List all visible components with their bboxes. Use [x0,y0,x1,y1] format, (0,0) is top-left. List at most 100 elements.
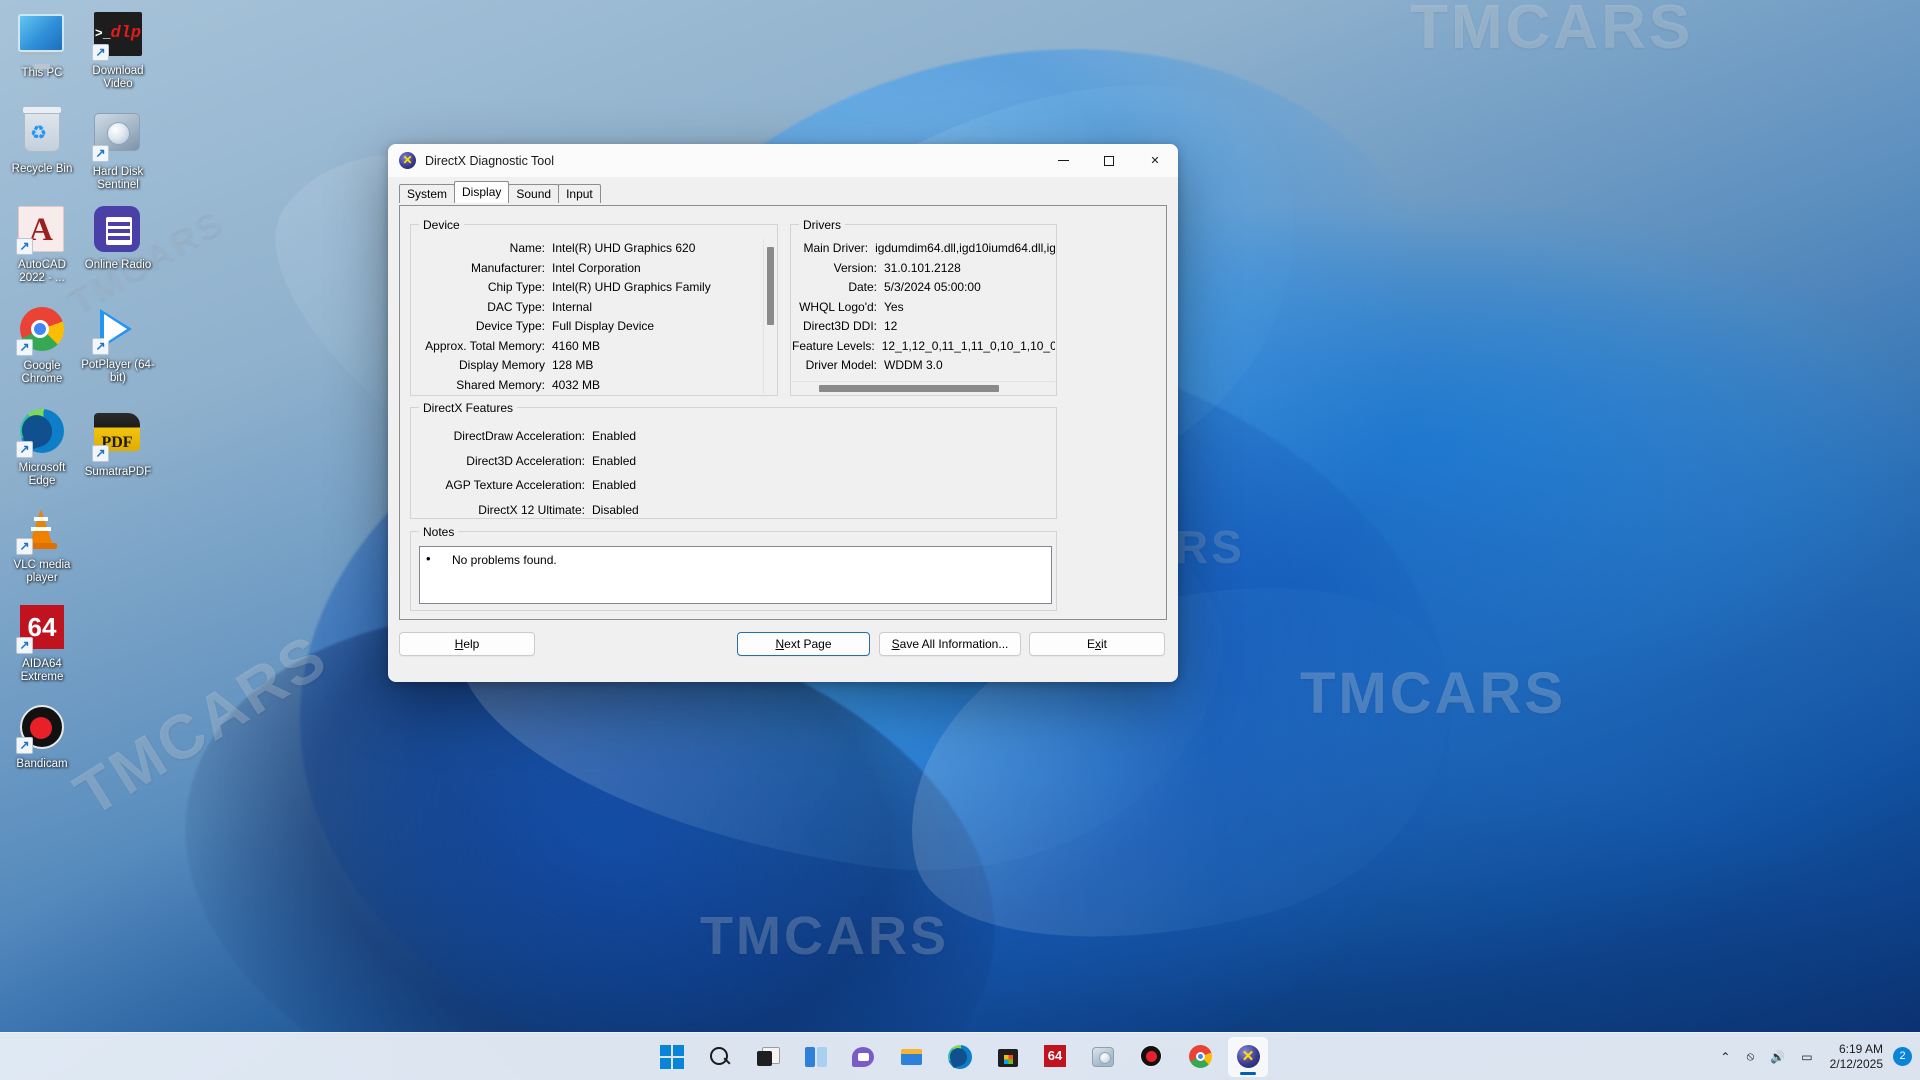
driver-row-value: WDDM 3.0 [884,358,943,372]
bandicam-icon: ↗ [16,705,66,754]
desktop-icon-autocad[interactable]: A ↗ AutoCAD 2022 - ... [4,206,80,285]
device-info-list: Name: Intel(R) UHD Graphics 620 Manufact… [412,239,763,394]
feature-row-key: DirectX 12 Ultimate: [478,502,585,517]
scrollbar-thumb[interactable] [819,385,999,392]
window-titlebar[interactable]: DirectX Diagnostic Tool ✕ [388,144,1178,177]
desktop-icon-label: Hard Disk Sentinel [92,166,144,191]
desktop-icon-potplayer[interactable]: ↗ PotPlayer (64-bit) [80,306,156,385]
notes-group-legend: Notes [419,525,459,539]
help-button[interactable]: Help [399,632,535,656]
driver-row: Date: 5/3/2024 05:00:00 [792,278,1055,298]
volume-icon: 🔊 [1770,1049,1786,1064]
bullet-icon: • [426,551,431,566]
shortcut-arrow-icon: ↗ [16,441,33,458]
taskbar-edge-button[interactable] [940,1037,980,1077]
feature-row-key: AGP Texture Acceleration: [445,478,585,492]
device-row: Name: Intel(R) UHD Graphics 620 [412,239,763,259]
maximize-button[interactable] [1086,144,1132,177]
tray-volume-button[interactable]: 🔊 [1763,1039,1792,1075]
exit-button[interactable]: Exit [1029,632,1165,656]
tab-display[interactable]: Display [454,181,510,203]
feature-row: DirectDraw Acceleration: Enabled [412,424,1055,449]
driver-row-value: 12_1,12_0,11_1,11_0,10_1,10_0,9_3 [881,338,1055,353]
tray-network-button[interactable]: ⦸ [1739,1039,1761,1075]
taskbar-store-button[interactable] [988,1037,1028,1077]
online-radio-icon [94,206,142,254]
desktop-icon-sumatrapdf[interactable]: PDF ↗ SumatraPDF [80,408,156,479]
desktop-icon-download-video[interactable]: >_dlp ↗ Download Video [80,10,156,91]
desktop-icon-bandicam[interactable]: ↗ Bandicam [4,704,80,771]
tray-clock[interactable]: 6:19 AM 2/12/2025 [1822,1042,1889,1072]
minimize-button[interactable] [1040,144,1086,177]
desktop-icon-microsoft-edge[interactable]: ↗ Microsoft Edge [4,408,80,488]
taskbar-chrome-button[interactable] [1180,1037,1220,1077]
system-tray: ⌃ ⦸ 🔊 ▭ 6:19 AM 2/12/2025 2 [1713,1037,1912,1077]
feature-row-value: Enabled [592,453,637,468]
desktop-icon-aida64[interactable]: 64 ↗ AIDA64 Extreme [4,604,80,684]
drivers-group-legend: Drivers [799,218,845,232]
device-row: Display Memory 128 MB [412,356,763,376]
taskbar-bandicam-button[interactable] [1132,1037,1172,1077]
watermark: TMCARS [700,906,949,966]
chrome-icon: ↗ [16,307,66,356]
device-row: Manufacturer: Intel Corporation [412,259,763,279]
taskbar-aida64-button[interactable]: 64 [1036,1037,1076,1077]
close-button[interactable]: ✕ [1132,144,1178,177]
shortcut-arrow-icon: ↗ [92,445,109,462]
network-disconnected-icon: ⦸ [1746,1049,1755,1063]
taskbar-file-explorer-button[interactable] [892,1037,932,1077]
taskbar-hard-disk-sentinel-button[interactable] [1084,1037,1124,1077]
maximize-icon [1104,155,1114,166]
shortcut-arrow-icon: ↗ [16,238,33,255]
taskbar: 64 ⌃ ⦸ 🔊 ▭ 6:19 AM 2/12/2025 2 [0,1032,1920,1080]
directx-features-list: DirectDraw Acceleration: Enabled Direct3… [412,424,1055,522]
driver-row-key: Main Driver: [803,241,869,255]
desktop-icon-recycle-bin[interactable]: ♻ Recycle Bin [4,108,80,176]
next-page-button[interactable]: Next Page [737,632,870,656]
driver-row: Driver Model: WDDM 3.0 [792,356,1055,376]
device-row: DAC Type: Internal [412,298,763,318]
driver-row-key: Direct3D DDI: [802,319,877,333]
taskbar-start-button[interactable] [652,1037,692,1077]
tray-expand-button[interactable]: ⌃ [1713,1039,1737,1075]
tab-input[interactable]: Input [558,184,601,203]
chat-icon [852,1045,876,1069]
scrollbar-thumb[interactable] [767,247,774,325]
desktop-icon-online-radio[interactable]: Online Radio [80,206,156,272]
taskbar-search-button[interactable] [700,1037,740,1077]
taskbar-task-view-button[interactable] [748,1037,788,1077]
note-text: No problems found. [452,553,557,567]
notes-textbox[interactable]: • No problems found. [419,546,1052,604]
desktop-icon-hard-disk-sentinel[interactable]: ↗ Hard Disk Sentinel [80,108,156,192]
device-group-legend: Device [419,218,464,232]
directx-logo-icon [1236,1045,1260,1068]
taskbar-directx-diagnostic-button[interactable] [1228,1036,1268,1077]
tab-sound[interactable]: Sound [508,184,560,203]
tab-system[interactable]: System [399,184,456,203]
desktop-icon-label: Online Radio [84,259,152,271]
device-row-key: Manufacturer: [470,260,545,275]
save-all-information-button[interactable]: Save All Information... [879,632,1021,656]
desktop-icon-this-pc[interactable]: This PC [4,10,80,80]
feature-row-value: Disabled [592,502,639,517]
notes-group: Notes • No problems found. [410,525,1057,611]
desktop-icon-label: SumatraPDF [84,466,152,478]
device-row-value: Intel(R) UHD Graphics 620 [552,241,696,255]
device-vertical-scrollbar[interactable] [763,239,776,394]
taskbar-chat-button[interactable] [844,1037,884,1077]
window-footer: Help Next Page Save All Information... E… [388,620,1178,682]
drivers-horizontal-scrollbar[interactable] [792,381,1055,394]
feature-row: DirectX 12 Ultimate: Disabled [412,498,1055,523]
desktop-icon-google-chrome[interactable]: ↗ Google Chrome [4,306,80,386]
desktop-icon-label: Download Video [92,65,144,90]
minimize-icon [1057,160,1069,161]
hard-disk-icon: ↗ [92,113,142,162]
driver-row-value: igdumdim64.dll,igd10iumd64.dll,igd10 [875,241,1055,255]
taskbar-center-group: 64 [652,1036,1268,1077]
potplayer-icon: ↗ [92,306,142,355]
notification-badge[interactable]: 2 [1893,1047,1912,1066]
shortcut-arrow-icon: ↗ [92,145,109,162]
taskbar-widgets-button[interactable] [796,1037,836,1077]
desktop-icon-vlc[interactable]: ↗ VLC media player [4,506,80,585]
tray-battery-button[interactable]: ▭ [1794,1039,1819,1075]
